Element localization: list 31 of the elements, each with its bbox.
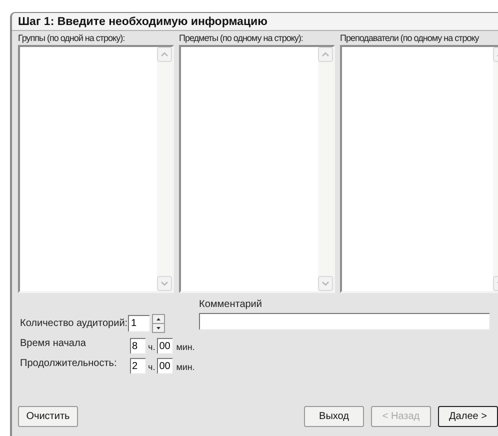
- time-label: Время начала: [20, 337, 87, 351]
- time-label: Продолжительность:: [20, 357, 118, 371]
- comment-label: Комментарий: [199, 299, 263, 311]
- minutes-unit: мин.: [176, 340, 195, 354]
- text-area[interactable]: [18, 45, 174, 293]
- rooms-label: Количество аудиторий:: [20, 316, 128, 330]
- list-label: Преподаватели (по одному на строку: [340, 33, 479, 44]
- hours-field[interactable]: 8: [130, 338, 146, 354]
- scroll-down-icon[interactable]: [157, 276, 172, 291]
- scrollbar[interactable]: [157, 47, 172, 291]
- list-label: Группы (по одной на строку):: [18, 33, 125, 44]
- scroll-up-icon[interactable]: [318, 47, 333, 62]
- scroll-down-icon[interactable]: [318, 276, 333, 291]
- minutes-field[interactable]: 00: [157, 358, 174, 374]
- hours-unit: ч.: [148, 340, 156, 354]
- rooms-spinner-field[interactable]: 1: [128, 314, 150, 332]
- dialog-button[interactable]: Далее >: [438, 406, 498, 427]
- minutes-unit: мин.: [176, 360, 195, 374]
- window-title: Шаг 1: Введите необходимую информацию: [12, 13, 498, 31]
- spin-up-icon[interactable]: [152, 314, 165, 324]
- text-area[interactable]: [179, 45, 335, 293]
- list-label: Предметы (по одному на строку):: [179, 33, 303, 44]
- dialog-button[interactable]: Выход: [304, 406, 364, 427]
- scroll-up-icon[interactable]: [157, 47, 172, 62]
- scrollbar[interactable]: [318, 47, 333, 291]
- minutes-field[interactable]: 00: [157, 338, 174, 354]
- comment-field[interactable]: [199, 313, 490, 330]
- hours-unit: ч.: [148, 360, 156, 374]
- dialog-button[interactable]: Очистить: [18, 406, 78, 427]
- text-area[interactable]: [340, 45, 498, 293]
- hours-field[interactable]: 2: [130, 358, 146, 374]
